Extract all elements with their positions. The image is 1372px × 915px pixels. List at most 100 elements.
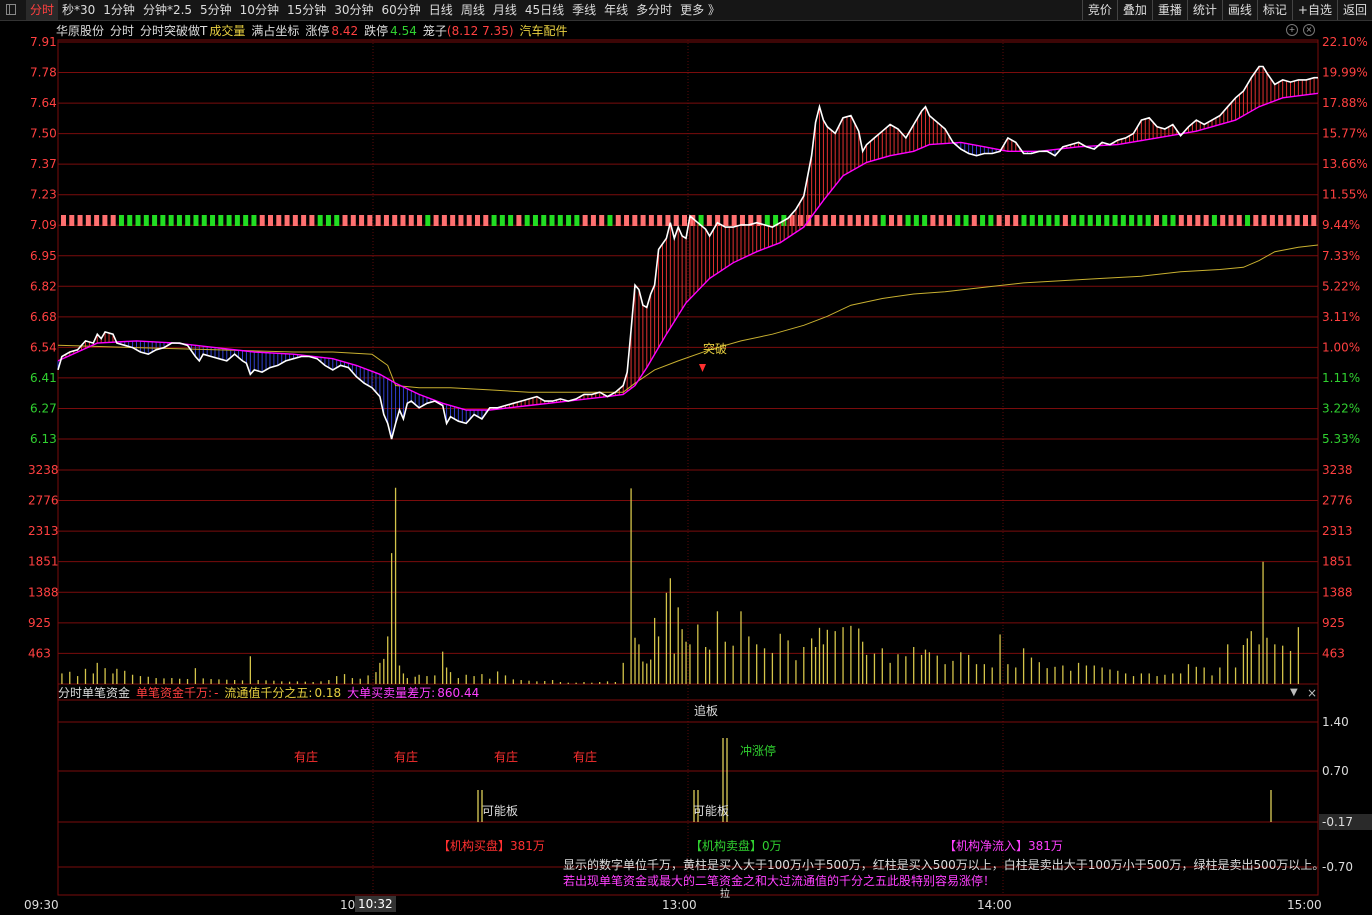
signal-square: [955, 215, 961, 226]
fund-panel-title: 分时单笔资金 单笔资金千万: - 流通值千分之五: 0.18 大单买卖量差万: …: [58, 685, 485, 701]
inst-sell: 【机构卖盘】0万: [690, 839, 782, 853]
volume-tick-label: 463: [28, 646, 51, 660]
signal-square: [383, 215, 389, 226]
percent-tick-label: 3.22%: [1322, 401, 1360, 415]
fund-title: 分时单笔资金: [58, 686, 131, 700]
volume-tick-label: 2313: [28, 524, 59, 538]
signal-square: [359, 215, 365, 226]
signal-square: [1253, 215, 1259, 226]
volume-tick-label: 1851: [28, 555, 59, 569]
time-label-0930: 09:30: [24, 898, 59, 912]
signal-square: [234, 215, 240, 226]
signal-square: [441, 215, 447, 226]
panel-dropdown-icon[interactable]: ▼: [1290, 686, 1298, 700]
signal-square: [1153, 215, 1159, 226]
main-chart[interactable]: 7.91 22.10% 7.78 19.99% 7.64 17.88% 7.50 15.77%…: [0, 0, 1372, 915]
price-avg-fill: [57, 66, 1319, 439]
signal-square: [102, 215, 108, 226]
signal-square: [1021, 215, 1027, 226]
chase-label: 追板: [694, 704, 719, 718]
signal-square: [342, 215, 348, 226]
signal-square: [1046, 215, 1052, 226]
signal-square: [582, 215, 588, 226]
time-label-1400: 14:00: [977, 898, 1012, 912]
percent-tick-label: 3.11%: [1322, 310, 1360, 324]
signal-square: [375, 215, 381, 226]
signal-square: [61, 215, 66, 226]
signal-square: [889, 215, 894, 226]
signal-square: [268, 215, 273, 226]
signal-square: [938, 215, 944, 226]
signal-square: [1211, 215, 1217, 226]
signal-square: [541, 215, 547, 226]
percent-tick-label: 5.33%: [1322, 432, 1360, 446]
sub-tick-label: -0.70: [1322, 860, 1353, 874]
signal-square: [1054, 215, 1060, 226]
percent-tick-label: 1.00%: [1322, 340, 1360, 354]
signal-square: [309, 215, 315, 226]
sub-tick-label: 0.70: [1322, 764, 1349, 778]
inst-buy-label: 【机构买盘】: [438, 839, 511, 853]
signal-square: [301, 215, 307, 226]
signal-square: [450, 215, 456, 226]
sub-tick-label: -0.17: [1322, 815, 1353, 829]
signal-square: [94, 215, 100, 226]
percent-tick-label: 19.99%: [1322, 66, 1368, 80]
zhuang-label: 有庄: [573, 750, 598, 764]
price-tick-label: 7.37: [30, 157, 57, 171]
price-tick-label: 7.91: [30, 35, 57, 49]
signal-square: [723, 215, 729, 226]
signal-square: [334, 215, 340, 226]
signal-square: [1228, 215, 1234, 226]
signal-square: [466, 215, 472, 226]
signal-square: [201, 215, 207, 226]
signal-square: [922, 215, 928, 226]
price-line: [57, 65, 1318, 440]
percent-tick-label: 22.10%: [1322, 35, 1368, 49]
price-tick-label: 6.41: [30, 371, 57, 385]
signal-square: [367, 215, 373, 226]
signal-square: [425, 215, 431, 226]
limit-rush-label: 冲涨停: [740, 744, 777, 758]
signal-square: [872, 215, 878, 226]
signal-square: [400, 215, 406, 226]
zhuang-label: 有庄: [494, 750, 519, 764]
signal-square: [880, 215, 886, 226]
signal-square: [673, 215, 679, 226]
possible-limit-label: 可能板: [693, 804, 730, 818]
signal-square: [1178, 215, 1184, 226]
panel-close-icon[interactable]: ×: [1307, 686, 1317, 700]
signal-square: [532, 215, 538, 226]
price-tick-label: 6.82: [30, 279, 57, 293]
signal-square: [1187, 215, 1193, 226]
signal-square: [1029, 215, 1035, 226]
signal-square: [292, 215, 298, 226]
signal-square: [797, 215, 803, 226]
percent-tick-label: 1.11%: [1322, 371, 1360, 385]
signal-square: [831, 215, 837, 226]
volume-tick-label: 2776: [28, 494, 59, 508]
signal-square: [764, 215, 770, 226]
signal-square: [176, 215, 182, 226]
price-tick-label: 7.78: [30, 66, 57, 80]
volume-tick-label: 925: [1322, 616, 1345, 630]
volume-tick-label: 925: [28, 616, 51, 630]
price-tick-label: 7.23: [30, 188, 57, 202]
signal-square: [1269, 215, 1275, 226]
signal-square: [971, 215, 977, 226]
signal-square: [1038, 215, 1044, 226]
time-label-1300: 13:00: [662, 898, 697, 912]
signal-square: [632, 215, 638, 226]
percent-tick-label: 13.66%: [1322, 157, 1368, 171]
signal-square: [1087, 215, 1093, 226]
fund-big-label: 大单买卖量差万:: [347, 686, 436, 700]
signal-square: [1004, 215, 1010, 226]
cursor-hint: 拉: [720, 889, 730, 900]
signal-square: [408, 215, 414, 226]
percent-tick-label: 9.44%: [1322, 218, 1360, 232]
signal-square: [599, 215, 605, 226]
price-tick-label: 6.68: [30, 310, 57, 324]
signal-square: [1062, 215, 1068, 226]
price-tick-label: 6.95: [30, 249, 57, 263]
percent-tick-label: 11.55%: [1322, 188, 1368, 202]
